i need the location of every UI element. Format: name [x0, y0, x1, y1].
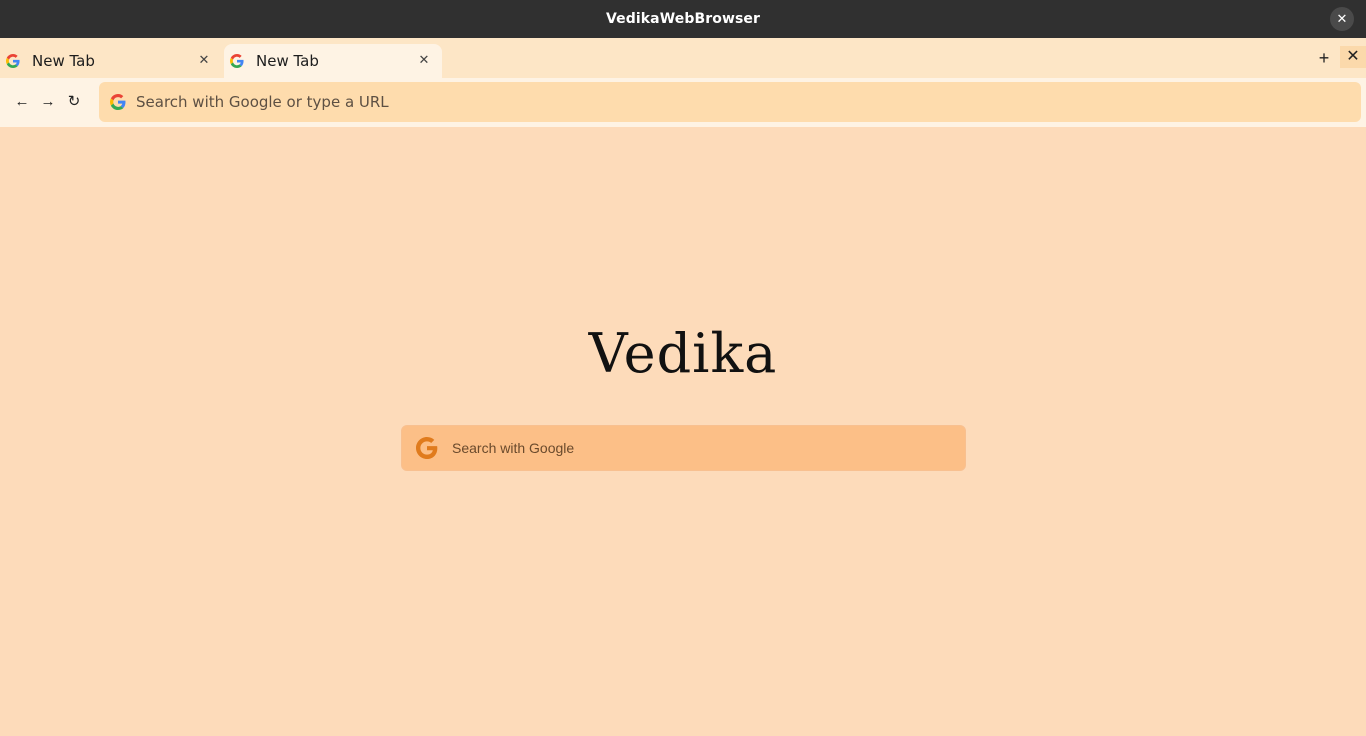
close-tab-strip-button[interactable]: ✕ — [1340, 46, 1366, 68]
tab-close-button[interactable]: ✕ — [196, 52, 212, 68]
new-tab-button[interactable]: + — [1313, 47, 1335, 69]
home-search-box[interactable] — [401, 425, 966, 471]
forward-button[interactable]: → — [38, 92, 58, 112]
new-tab-page: Vedika — [0, 127, 1366, 736]
window-title: VedikaWebBrowser — [605, 11, 761, 27]
tab-strip: New Tab ✕ New Tab ✕ + ✕ — [0, 38, 1366, 78]
tab-new-tab-1[interactable]: New Tab ✕ — [0, 44, 222, 78]
plus-icon: + — [1318, 48, 1330, 68]
address-input[interactable] — [136, 87, 1361, 117]
reload-icon: ↻ — [67, 93, 81, 110]
brand-logo-text: Vedika — [588, 322, 778, 385]
navigation-toolbar: ← → ↻ — [0, 78, 1366, 127]
arrow-left-icon: ← — [14, 93, 30, 110]
google-g-icon — [416, 437, 438, 459]
google-g-icon — [110, 94, 126, 110]
arrow-right-icon: → — [40, 93, 56, 110]
close-icon: ✕ — [1336, 11, 1348, 26]
address-bar[interactable] — [99, 82, 1361, 122]
window-titlebar: VedikaWebBrowser ✕ — [0, 0, 1366, 38]
back-button[interactable]: ← — [12, 92, 32, 112]
tab-label: New Tab — [32, 52, 95, 70]
google-g-icon — [230, 54, 244, 68]
tab-label: New Tab — [256, 52, 319, 70]
home-search-input[interactable] — [452, 433, 965, 463]
google-g-icon — [6, 54, 20, 68]
close-icon: ✕ — [1346, 48, 1360, 65]
tab-new-tab-2-active[interactable]: New Tab ✕ — [224, 44, 442, 78]
reload-button[interactable]: ↻ — [64, 92, 84, 112]
window-close-button[interactable]: ✕ — [1330, 7, 1354, 31]
tab-close-button[interactable]: ✕ — [416, 52, 432, 68]
